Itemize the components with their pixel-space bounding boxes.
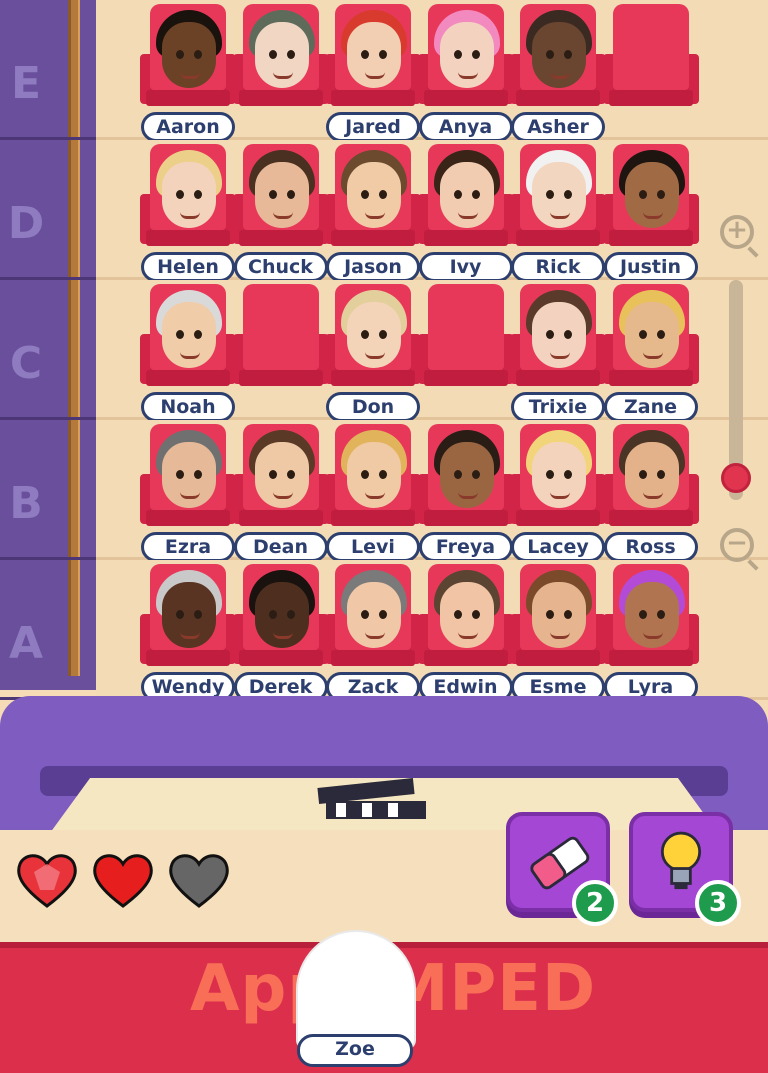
- seat-A5[interactable]: [510, 564, 606, 684]
- guest-avatar[interactable]: [617, 430, 687, 516]
- hint-powerup-button[interactable]: 3: [629, 812, 741, 926]
- seat-E2[interactable]: [232, 4, 329, 124]
- seat-D6[interactable]: [602, 144, 699, 264]
- guest-name-tag: Ross: [603, 532, 698, 562]
- seat-D1[interactable]: [140, 144, 236, 264]
- zoom-out-icon[interactable]: −: [720, 528, 754, 562]
- guest-avatar[interactable]: [432, 150, 502, 236]
- seat-D4[interactable]: [417, 144, 514, 264]
- guest-avatar[interactable]: [432, 570, 502, 656]
- seat-B2[interactable]: [232, 424, 329, 544]
- seat-E1[interactable]: [140, 4, 236, 124]
- guest-name-tag: Aaron: [141, 112, 235, 142]
- life-heart-3: [166, 850, 232, 910]
- eraser-powerup-button[interactable]: 2: [506, 812, 618, 926]
- row-letter-D: D: [7, 198, 45, 249]
- seat-A3[interactable]: [325, 564, 421, 684]
- guest-name-tag: Dean: [233, 532, 328, 562]
- zoom-in-icon[interactable]: +: [720, 215, 754, 249]
- guest-avatar[interactable]: [154, 570, 224, 656]
- hint-count-badge: 3: [695, 880, 741, 926]
- seat-C5[interactable]: [510, 284, 606, 404]
- heart-icon: [17, 854, 77, 908]
- seat-B3[interactable]: [325, 424, 421, 544]
- guest-avatar[interactable]: [524, 10, 594, 96]
- guest-avatar[interactable]: [524, 290, 594, 376]
- guest-avatar[interactable]: [154, 430, 224, 516]
- guest-avatar[interactable]: [247, 150, 317, 236]
- guest-avatar[interactable]: [339, 430, 409, 516]
- guest-name-tag: Justin: [603, 252, 698, 282]
- row-letter-B: B: [9, 478, 43, 529]
- guest-name-tag: Noah: [141, 392, 235, 422]
- current-guest-avatar[interactable]: [296, 930, 416, 1050]
- seat-A2[interactable]: [232, 564, 329, 684]
- heart-icon: [169, 854, 229, 908]
- guest-avatar[interactable]: [154, 290, 224, 376]
- seat-C3[interactable]: [325, 284, 421, 404]
- eraser-count-badge: 2: [572, 880, 618, 926]
- seat-E3[interactable]: [325, 4, 421, 124]
- row-letter-E: E: [10, 58, 42, 109]
- guest-avatar[interactable]: [617, 150, 687, 236]
- guest-avatar[interactable]: [432, 430, 502, 516]
- guest-name-tag: Jason: [326, 252, 420, 282]
- guest-avatar[interactable]: [339, 570, 409, 656]
- guest-name-tag: Trixie: [511, 392, 605, 422]
- row-letter-A: A: [8, 618, 44, 669]
- seat-A4[interactable]: [417, 564, 514, 684]
- heart-icon: [93, 854, 153, 908]
- guest-avatar[interactable]: [524, 150, 594, 236]
- seat-C1[interactable]: [140, 284, 236, 404]
- guest-name-tag: Lacey: [511, 532, 605, 562]
- guest-name-tag: Don: [326, 392, 420, 422]
- zoom-slider-knob[interactable]: [721, 463, 751, 493]
- guest-avatar[interactable]: [524, 570, 594, 656]
- seat-E5[interactable]: [510, 4, 606, 124]
- seat-C2[interactable]: [232, 284, 329, 404]
- seat-D2[interactable]: [232, 144, 329, 264]
- guest-avatar[interactable]: [154, 150, 224, 236]
- row-label-strip: E D C B A: [0, 0, 96, 700]
- seat-E4[interactable]: [417, 4, 514, 124]
- guest-name-tag: Chuck: [233, 252, 328, 282]
- life-heart-1: [14, 850, 80, 910]
- guest-avatar[interactable]: [617, 290, 687, 376]
- guest-avatar[interactable]: [247, 570, 317, 656]
- seat-C4[interactable]: [417, 284, 514, 404]
- guest-name-tag: Levi: [326, 532, 420, 562]
- guest-avatar[interactable]: [339, 10, 409, 96]
- guest-name-tag: Jared: [326, 112, 420, 142]
- seat-E6[interactable]: [602, 4, 699, 124]
- guest-avatar[interactable]: [524, 430, 594, 516]
- guest-avatar[interactable]: [247, 430, 317, 516]
- row-letter-C: C: [9, 338, 43, 389]
- guest-name-tag: Asher: [511, 112, 605, 142]
- guest-avatar[interactable]: [154, 10, 224, 96]
- life-heart-2: [90, 850, 156, 910]
- seat-B6[interactable]: [602, 424, 699, 544]
- seat-A6[interactable]: [602, 564, 699, 684]
- guest-avatar[interactable]: [339, 290, 409, 376]
- seat-D5[interactable]: [510, 144, 606, 264]
- guest-name-tag: Rick: [511, 252, 605, 282]
- guest-avatar[interactable]: [432, 10, 502, 96]
- guest-avatar[interactable]: [617, 570, 687, 656]
- seat-C6[interactable]: [602, 284, 699, 404]
- seat-A1[interactable]: [140, 564, 236, 684]
- guest-avatar[interactable]: [247, 10, 317, 96]
- guest-name-tag: Freya: [418, 532, 513, 562]
- guest-name-tag: Zane: [603, 392, 698, 422]
- clapperboard-icon: [317, 778, 428, 825]
- seat-B4[interactable]: [417, 424, 514, 544]
- current-guest-name: Zoe: [297, 1034, 413, 1067]
- guest-avatar[interactable]: [339, 150, 409, 236]
- guest-name-tag: Anya: [418, 112, 513, 142]
- guest-name-tag: Ivy: [418, 252, 513, 282]
- seat-B5[interactable]: [510, 424, 606, 544]
- seat-B1[interactable]: [140, 424, 236, 544]
- seat-D3[interactable]: [325, 144, 421, 264]
- guest-name-tag: Ezra: [141, 532, 235, 562]
- guest-name-tag: Helen: [141, 252, 235, 282]
